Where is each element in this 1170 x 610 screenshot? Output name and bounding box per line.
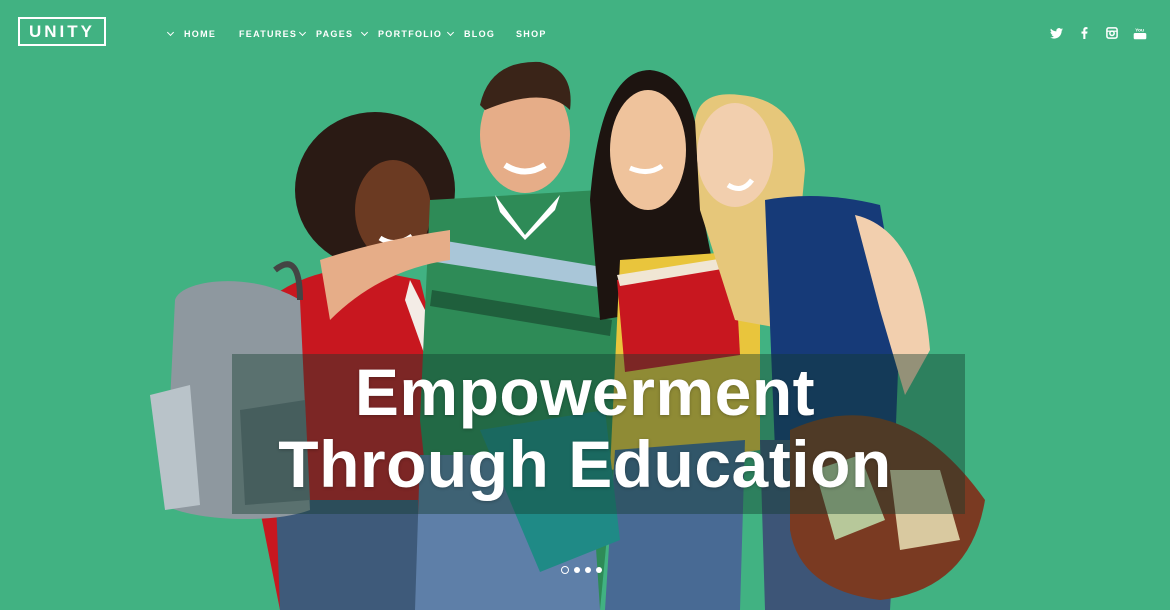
nav-item-label: FEATURES xyxy=(239,29,298,39)
instagram-icon[interactable] xyxy=(1104,25,1120,41)
twitter-icon[interactable] xyxy=(1048,25,1064,41)
nav-item-features[interactable]: FEATURES xyxy=(239,27,297,41)
nav-item-label: HOME xyxy=(184,29,217,39)
chevron-down-icon xyxy=(446,28,455,37)
facebook-icon[interactable] xyxy=(1076,25,1092,41)
hero-headline-line2: Through Education xyxy=(278,427,892,501)
nav-item-label: SHOP xyxy=(516,29,547,39)
hero-slider: UNITY HOME FEATURES PAGES PORTFOLIO BLOG… xyxy=(0,0,1170,610)
slider-dot-4[interactable] xyxy=(596,567,602,573)
svg-text:You: You xyxy=(1135,28,1144,34)
nav-item-label: PORTFOLIO xyxy=(378,29,443,39)
hero-headline-line1: Empowerment xyxy=(354,355,816,429)
chevron-down-icon xyxy=(298,28,307,37)
nav-item-portfolio[interactable]: PORTFOLIO xyxy=(360,27,443,41)
unity-logo[interactable]: UNITY xyxy=(18,17,106,46)
hero-headline: Empowerment Through Education xyxy=(232,356,938,500)
chevron-down-icon xyxy=(360,28,369,37)
nav-item-shop[interactable]: SHOP xyxy=(516,27,547,41)
nav-item-blog[interactable]: BLOG xyxy=(446,27,496,41)
hero-students-image xyxy=(150,61,985,610)
nav-item-label: PAGES xyxy=(316,29,354,39)
nav-item-pages[interactable]: PAGES xyxy=(298,27,354,41)
slider-pagination xyxy=(561,565,602,575)
youtube-icon[interactable]: You xyxy=(1132,25,1148,41)
slider-dot-3[interactable] xyxy=(585,567,591,573)
slider-dot-1[interactable] xyxy=(561,566,569,574)
slider-dot-2[interactable] xyxy=(574,567,580,573)
nav-item-label: BLOG xyxy=(464,29,496,39)
nav-item-home[interactable]: HOME xyxy=(166,27,217,41)
chevron-down-icon xyxy=(166,28,175,37)
